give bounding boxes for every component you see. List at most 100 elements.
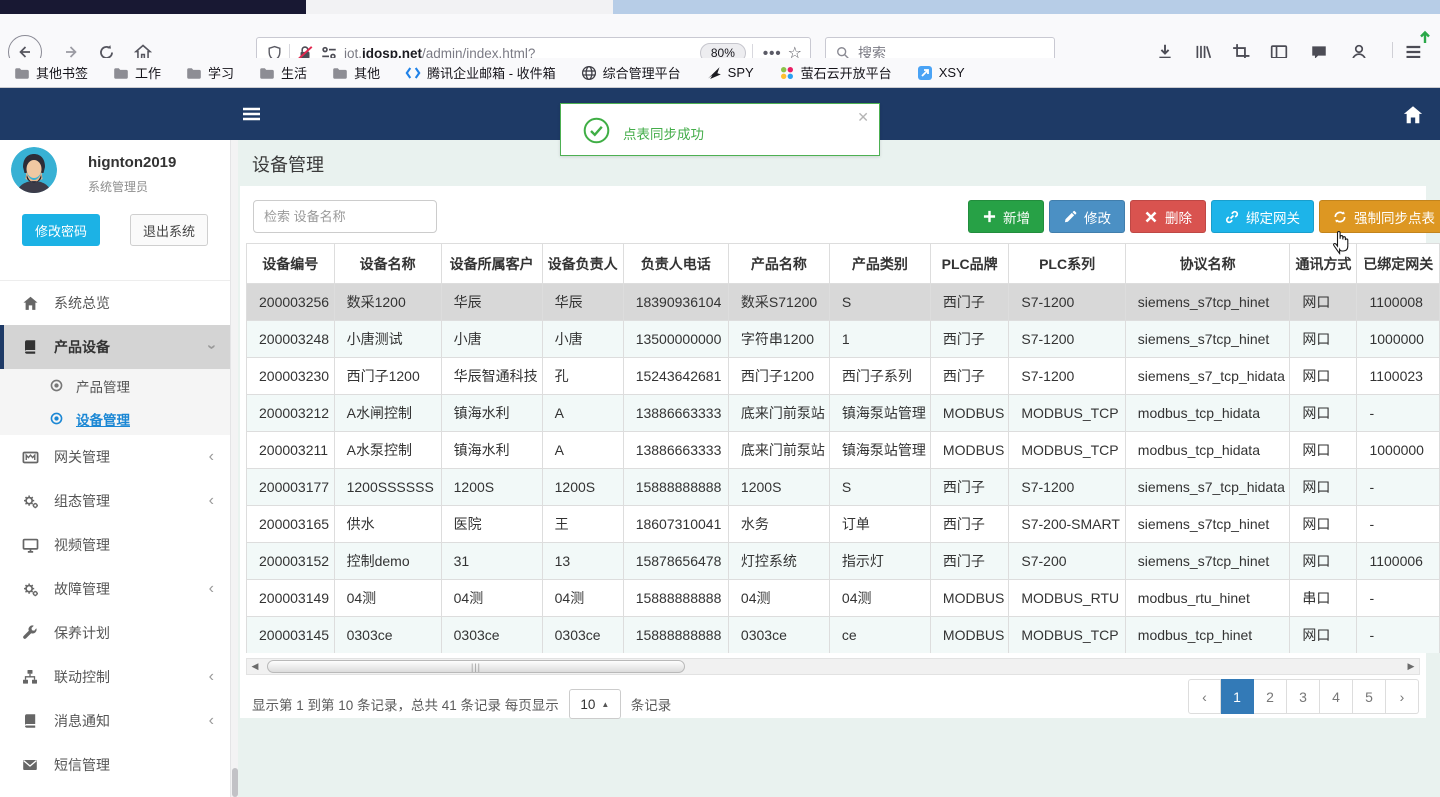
page-button-4[interactable]: 4 bbox=[1320, 679, 1353, 714]
chevron-left-icon: ‹ bbox=[208, 668, 214, 685]
action-button-绑定网关[interactable]: 绑定网关 bbox=[1211, 200, 1314, 233]
horizontal-scrollbar[interactable]: ◀ ||| ▶ bbox=[246, 658, 1420, 675]
sidebar-item-保养计划[interactable]: 保养计划 bbox=[0, 611, 230, 655]
app-home-icon[interactable] bbox=[1402, 104, 1424, 126]
sidebar-subitem-产品管理[interactable]: 产品管理 bbox=[0, 369, 230, 402]
sidebar-scrollbar[interactable] bbox=[230, 140, 238, 797]
table-cell: modbus_tcp_hidata bbox=[1124, 394, 1291, 432]
bookmark-item[interactable]: 工作 bbox=[113, 63, 161, 82]
column-header[interactable]: 设备名称 bbox=[333, 243, 442, 284]
sidebar-item-系统总览[interactable]: 系统总览 bbox=[0, 281, 230, 325]
bookmark-item[interactable]: 萤石云开放平台 bbox=[779, 63, 892, 82]
bookmark-item[interactable]: 其他书签 bbox=[14, 63, 88, 82]
page-button-5[interactable]: 5 bbox=[1353, 679, 1386, 714]
table-row[interactable]: 200003211 A水泵控制 镇海水利 A 13886663333 底来门前泵站 镇海泵站… bbox=[246, 431, 1440, 469]
table-cell: 网口 bbox=[1289, 394, 1358, 432]
table-row[interactable]: 200003212 A水闸控制 镇海水利 A 13886663333 底来门前泵站 镇海泵站… bbox=[246, 394, 1440, 432]
table-cell: S bbox=[828, 283, 931, 321]
table-cell: 1000000 bbox=[1356, 320, 1440, 358]
action-button-删除[interactable]: 删除 bbox=[1130, 200, 1206, 233]
bookmark-item[interactable]: 生活 bbox=[259, 63, 307, 82]
table-row[interactable]: 200003230 西门子1200 华辰智通科技孔 15243642681 西门子120… bbox=[246, 357, 1440, 395]
bookmark-item[interactable]: 综合管理平台 bbox=[581, 63, 681, 82]
table-cell: 200003152 bbox=[246, 542, 335, 580]
table-cell: 13500000000 bbox=[622, 320, 729, 358]
sidebar-item-label: 消息通知 bbox=[54, 713, 110, 729]
table-cell: 1100023 bbox=[1356, 357, 1440, 395]
folder-icon bbox=[113, 65, 129, 81]
table-row[interactable]: 200003165 供水 医院王 18607310041 水务 订单 西门子 S7-200-S… bbox=[246, 505, 1440, 543]
table-cell: 1100008 bbox=[1356, 283, 1440, 321]
link-icon bbox=[1225, 210, 1239, 224]
table-cell: 200003256 bbox=[246, 283, 335, 321]
table-cell: 04测 bbox=[727, 579, 830, 617]
bookmark-item[interactable]: 腾讯企业邮箱 - 收件箱 bbox=[405, 63, 556, 82]
sidebar-item-联动控制[interactable]: 联动控制 ‹ bbox=[0, 655, 230, 699]
action-button-修改[interactable]: 修改 bbox=[1049, 200, 1125, 233]
bookmark-item[interactable]: XSY bbox=[917, 65, 965, 81]
table-cell: siemens_s7tcp_hinet bbox=[1124, 505, 1291, 543]
column-header[interactable]: PLC品牌 bbox=[929, 243, 1010, 284]
table-cell: siemens_s7tcp_hinet bbox=[1124, 542, 1291, 580]
avatar[interactable] bbox=[11, 147, 57, 193]
sidebar-item-故障管理[interactable]: 故障管理 ‹ bbox=[0, 567, 230, 611]
page-button-1[interactable]: 1 bbox=[1221, 679, 1254, 714]
envelope-icon bbox=[22, 757, 39, 774]
sidebar-subitem-设备管理[interactable]: 设备管理 bbox=[0, 402, 230, 435]
page-button-2[interactable]: 2 bbox=[1254, 679, 1287, 714]
bookmark-item[interactable]: SPY bbox=[706, 65, 754, 81]
sidebar-item-label: 系统总览 bbox=[54, 295, 110, 311]
action-button-新增[interactable]: 新增 bbox=[968, 200, 1044, 233]
table-cell: 西门子 bbox=[929, 505, 1010, 543]
column-header[interactable]: 设备负责人 bbox=[541, 243, 624, 284]
column-header[interactable]: 已绑定网关 bbox=[1356, 243, 1440, 284]
table-cell: 数采1200 bbox=[333, 283, 442, 321]
sidebar-item-产品设备[interactable]: 产品设备 ‹ bbox=[0, 325, 230, 369]
next-page-button[interactable]: › bbox=[1386, 679, 1419, 714]
column-header[interactable]: 产品名称 bbox=[727, 243, 830, 284]
sidebar-toggle-icon[interactable] bbox=[243, 107, 260, 121]
sidebar-item-视频管理[interactable]: 视频管理 bbox=[0, 523, 230, 567]
column-header[interactable]: PLC系列 bbox=[1008, 243, 1126, 284]
column-header[interactable]: 协议名称 bbox=[1124, 243, 1291, 284]
column-header[interactable]: 产品类别 bbox=[828, 243, 931, 284]
column-header[interactable]: 设备所属客户 bbox=[440, 243, 543, 284]
table-row[interactable]: 200003152 控制demo 31 13 15878656478 灯控系统 指示灯 西门子… bbox=[246, 542, 1440, 580]
window-title-strip bbox=[613, 0, 1440, 14]
table-cell: 200003248 bbox=[246, 320, 335, 358]
tencent-exmail-icon bbox=[405, 65, 421, 81]
page-button-3[interactable]: 3 bbox=[1287, 679, 1320, 714]
bookmark-item[interactable]: 学习 bbox=[186, 63, 234, 82]
sidebar-item-网关管理[interactable]: 网关管理 ‹ bbox=[0, 435, 230, 479]
close-icon[interactable]: ✕ bbox=[857, 109, 869, 126]
sidebar-item-组态管理[interactable]: 组态管理 ‹ bbox=[0, 479, 230, 523]
bookmark-item[interactable]: 其他 bbox=[332, 63, 380, 82]
sidebar-menu: 系统总览产品设备 ‹ 产品管理 设备管理 网关管理 ‹ 组态管理 ‹ 视频管理 故障管理 ‹ 保养计划… bbox=[0, 280, 230, 797]
column-header[interactable]: 负责人电话 bbox=[622, 243, 729, 284]
prev-page-button[interactable]: ‹ bbox=[1188, 679, 1221, 714]
table-row[interactable]: 200003149 04测 04测 04测 15888888888 04测 04测 MODBU… bbox=[246, 579, 1440, 617]
logout-button[interactable]: 退出系统 bbox=[130, 214, 208, 246]
page-size-dropdown[interactable]: 10 ▲ bbox=[568, 689, 621, 719]
column-header[interactable]: 设备编号 bbox=[246, 243, 335, 284]
change-password-button[interactable]: 修改密码 bbox=[22, 214, 100, 246]
sidebar-item-大屏管理[interactable]: 大屏管理 bbox=[0, 787, 230, 797]
dot-circle-icon bbox=[49, 378, 64, 393]
table-cell: 200003177 bbox=[246, 468, 335, 506]
sidebar-item-短信管理[interactable]: 短信管理 bbox=[0, 743, 230, 787]
sidebar-item-消息通知[interactable]: 消息通知 ‹ bbox=[0, 699, 230, 743]
scroll-right-icon[interactable]: ▶ bbox=[1403, 659, 1419, 674]
scroll-left-icon[interactable]: ◀ bbox=[247, 659, 263, 674]
bookmark-label: 其他书签 bbox=[36, 66, 89, 81]
table-row[interactable]: 200003145 0303ce 0303ce 0303ce 15888888888 03… bbox=[246, 616, 1440, 653]
scrollbar-thumb[interactable]: ||| bbox=[267, 660, 685, 673]
table-row[interactable]: 200003248 小唐测试 小唐 小唐 13500000000 字符串1200 1 西门子 S… bbox=[246, 320, 1440, 358]
table-row[interactable]: 200003177 1200SSSSSS 1200S 1200S 15888888888… bbox=[246, 468, 1440, 506]
table-row[interactable]: 200003256 数采1200 华辰 华辰 18390936104 数采S71200 S 西… bbox=[246, 283, 1440, 321]
device-table: 设备编号 设备名称 设备所属客户 设备负责人 负责人电话 产品名称 产品类别 PLC品牌 PLC… bbox=[246, 243, 1440, 653]
device-search-input[interactable] bbox=[253, 200, 437, 233]
update-available-icon bbox=[1419, 30, 1431, 44]
active-tab-strip[interactable] bbox=[0, 0, 306, 14]
page-title: 设备管理 bbox=[252, 155, 324, 175]
table-cell: 小唐测试 bbox=[333, 320, 442, 358]
